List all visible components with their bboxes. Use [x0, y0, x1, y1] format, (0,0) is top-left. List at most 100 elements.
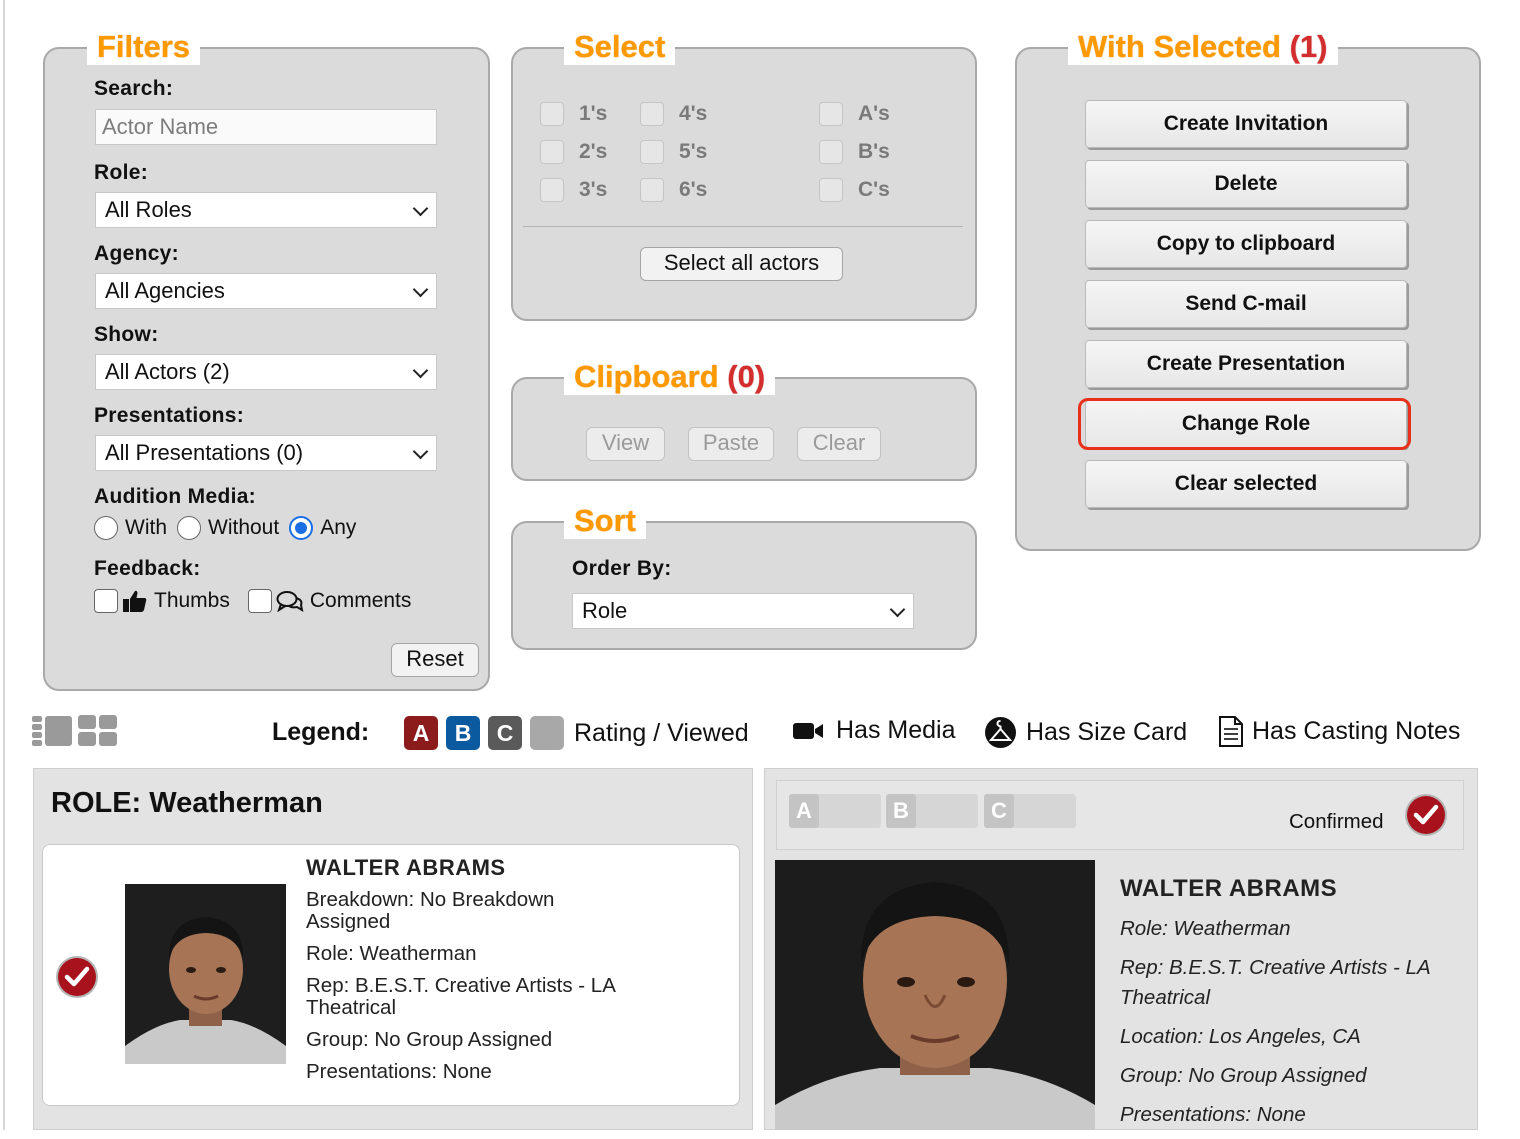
chevron-down-icon	[412, 281, 429, 298]
search-label: Search:	[94, 77, 174, 100]
thumbs-checkbox[interactable]	[94, 589, 118, 613]
clear-selected-button[interactable]: Clear selected	[1085, 460, 1407, 508]
select-cs-checkbox[interactable]	[819, 178, 843, 202]
role-heading: ROLE: Weatherman	[51, 787, 323, 819]
actor-detail-group: Group: No Group Assigned	[1120, 1064, 1367, 1087]
select-3s[interactable]: 3's	[540, 178, 607, 202]
audition-without-radio[interactable]	[177, 516, 201, 540]
search-input[interactable]: Actor Name	[95, 109, 437, 145]
rating-b-button[interactable]: B	[886, 794, 978, 828]
confirmed-check-icon[interactable]	[1404, 793, 1448, 837]
show-select[interactable]: All Actors (2)	[95, 354, 437, 390]
rating-b-label: B	[886, 794, 916, 828]
select-as[interactable]: A's	[819, 102, 890, 126]
actor-detail-info: WALTER ABRAMS Role: Weatherman Rep: B.E.…	[1120, 874, 1450, 1139]
select-6s[interactable]: 6's	[640, 178, 707, 202]
rating-a-button[interactable]: A	[789, 794, 881, 828]
actor-detail-location: Location: Los Angeles, CA	[1120, 1025, 1361, 1048]
clipboard-view-button[interactable]: View	[586, 427, 665, 461]
select-4s-checkbox[interactable]	[640, 102, 664, 126]
actor-card-group: Group: No Group Assigned	[306, 1028, 553, 1051]
audition-any-radio[interactable]	[289, 516, 314, 540]
clipboard-clear-button[interactable]: Clear	[797, 427, 881, 461]
with-selected-title: With Selected (1)	[1068, 29, 1338, 65]
chevron-down-icon	[412, 443, 429, 460]
presentations-select[interactable]: All Presentations (0)	[95, 435, 437, 471]
send-cmail-button[interactable]: Send C-mail	[1085, 280, 1407, 328]
select-2s-label: 2's	[579, 140, 608, 163]
page-left-rule	[3, 0, 5, 1130]
role-select-value: All Roles	[105, 197, 192, 222]
agency-select-value: All Agencies	[105, 278, 225, 303]
order-by-label: Order By:	[572, 557, 672, 580]
legend-bar: Legend: A B C Rating / Viewed Has Media …	[0, 714, 1520, 754]
legend-size-card-text: Has Size Card	[1026, 718, 1188, 746]
copy-to-clipboard-button[interactable]: Copy to clipboard	[1085, 220, 1407, 268]
video-camera-icon	[793, 722, 823, 739]
select-all-actors-button[interactable]: Select all actors	[640, 247, 843, 281]
create-presentation-button[interactable]: Create Presentation	[1085, 340, 1407, 388]
actor-card-info: WALTER ABRAMS Breakdown: No Breakdown As…	[306, 857, 636, 1093]
sort-title: Sort	[564, 503, 646, 539]
actor-card-name[interactable]: WALTER ABRAMS	[306, 857, 636, 879]
actor-headshot-large[interactable]	[775, 860, 1095, 1130]
legend-media-text: Has Media	[836, 716, 956, 744]
select-5s-checkbox[interactable]	[640, 140, 664, 164]
legend-badge-b: B	[446, 716, 480, 750]
select-1s-checkbox[interactable]	[540, 102, 564, 126]
select-bs-checkbox[interactable]	[819, 140, 843, 164]
role-label: Role:	[94, 161, 148, 184]
select-cs[interactable]: C's	[819, 178, 890, 202]
legend-badge-a: A	[404, 716, 438, 750]
agency-label: Agency:	[94, 242, 179, 265]
actor-card-role: Role: Weatherman	[306, 942, 477, 965]
select-1s[interactable]: 1's	[540, 102, 607, 126]
legend-badge-c: C	[488, 716, 522, 750]
legend-label: Legend:	[272, 718, 370, 746]
confirmed-check-icon[interactable]	[55, 955, 99, 999]
audition-with-radio[interactable]	[94, 516, 118, 540]
legend-casting-notes-text: Has Casting Notes	[1252, 717, 1461, 745]
audition-any-label: Any	[320, 516, 357, 539]
actor-card[interactable]: WALTER ABRAMS Breakdown: No Breakdown As…	[42, 844, 740, 1106]
select-4s-label: 4's	[679, 102, 708, 125]
thumbs-label: Thumbs	[154, 589, 230, 612]
reset-button[interactable]: Reset	[391, 643, 479, 677]
with-selected-title-text: With Selected	[1078, 29, 1281, 64]
sort-panel: Sort	[511, 503, 977, 650]
rating-bar: A B C Confirmed	[776, 780, 1464, 850]
select-2s[interactable]: 2's	[540, 140, 607, 164]
clipboard-title-text: Clipboard	[574, 359, 719, 394]
select-2s-checkbox[interactable]	[540, 140, 564, 164]
legend-badge-viewed	[530, 716, 564, 750]
clipboard-paste-button[interactable]: Paste	[688, 427, 774, 461]
comments-checkbox[interactable]	[247, 589, 272, 613]
order-by-select[interactable]: Role	[572, 593, 914, 629]
select-3s-checkbox[interactable]	[540, 178, 564, 202]
select-5s[interactable]: 5's	[640, 140, 707, 164]
change-role-highlight	[1078, 398, 1411, 450]
audition-media-radios: With Without Any	[94, 516, 366, 540]
actor-headshot-thumbnail[interactable]	[125, 884, 286, 1064]
select-6s-checkbox[interactable]	[640, 178, 664, 202]
thumbs-up-icon	[123, 590, 147, 612]
chevron-down-icon	[889, 601, 906, 618]
select-title: Select	[564, 29, 676, 65]
select-cs-label: C's	[858, 178, 890, 201]
select-5s-label: 5's	[679, 140, 708, 163]
audition-without-label: Without	[208, 516, 280, 539]
select-as-checkbox[interactable]	[819, 102, 843, 126]
actor-detail-name: WALTER ABRAMS	[1120, 875, 1338, 902]
agency-select[interactable]: All Agencies	[95, 273, 437, 309]
actor-detail-presentations: Presentations: None	[1120, 1103, 1306, 1126]
select-bs[interactable]: B's	[819, 140, 890, 164]
select-4s[interactable]: 4's	[640, 102, 707, 126]
rating-c-button[interactable]: C	[984, 794, 1076, 828]
feedback-label: Feedback:	[94, 557, 201, 580]
role-select[interactable]: All Roles	[95, 192, 437, 228]
legend-rating-text: Rating / Viewed	[574, 718, 749, 747]
comments-icon	[276, 591, 304, 612]
filters-title: Filters	[87, 29, 201, 65]
delete-button[interactable]: Delete	[1085, 160, 1407, 208]
create-invitation-button[interactable]: Create Invitation	[1085, 100, 1407, 148]
